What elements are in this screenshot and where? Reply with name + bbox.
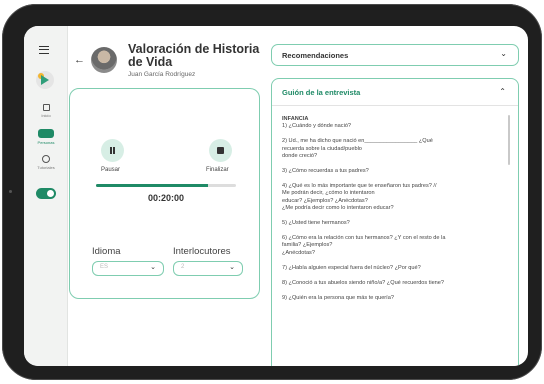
chevron-down-icon: ⌄	[229, 264, 235, 271]
chevron-down-icon: ⌄	[500, 49, 507, 58]
guide-scrollbar[interactable]	[508, 115, 510, 165]
back-arrow-icon[interactable]: ←	[74, 54, 85, 66]
pause-button[interactable]	[101, 139, 124, 162]
chevron-down-icon: ⌄	[150, 264, 156, 271]
sidebar-item-personas[interactable]: Personas	[24, 129, 68, 145]
chevron-up-icon: ⌃	[499, 87, 506, 96]
recommendations-dropdown[interactable]: Recomendaciones ⌄	[271, 44, 519, 66]
grid-icon	[42, 104, 50, 111]
guide-question: 6) ¿Cómo era la relación con tus hermano…	[282, 235, 446, 256]
speakers-label: Interlocutores	[173, 246, 231, 257]
guide-question: 8) ¿Conoció a tus abuelos siendo niño/a?…	[282, 280, 445, 287]
speakers-select[interactable]: 2 ⌄	[173, 261, 243, 276]
person-name: Juan García Rodríguez	[128, 71, 196, 78]
avatar	[91, 47, 117, 73]
hamburger-menu-icon[interactable]	[39, 46, 49, 54]
guide-body: INFANCIA 1) ¿Cuándo y dónde nació? 2) Ud…	[282, 116, 497, 310]
interview-guide-panel: Guión de la entrevista ⌃ INFANCIA 1) ¿Cu…	[271, 78, 519, 366]
recommendations-label: Recomendaciones	[282, 51, 349, 60]
recorder-card: Pausar Finalizar 00:20:00 Idioma ES ⌄ In…	[69, 88, 260, 299]
guide-question: 9) ¿Quién era la persona que más te quer…	[282, 295, 394, 302]
sidebar-item-label: Inicio	[41, 113, 51, 118]
sidebar-item-label: Tutoriales	[37, 165, 55, 170]
guide-question: 2) Ud., me ha dicho que nació en________…	[282, 138, 433, 159]
guide-title: Guión de la entrevista	[282, 88, 361, 97]
people-icon	[38, 129, 54, 138]
guide-header[interactable]: Guión de la entrevista ⌃	[272, 79, 518, 106]
sidebar-item-inicio[interactable]: Inicio	[24, 104, 68, 118]
sidebar: Inicio Personas Tutoriales	[24, 26, 68, 366]
sidebar-item-tutoriales[interactable]: Tutoriales	[24, 155, 68, 170]
page-title: Valoración de Historia de Vida	[128, 42, 260, 69]
recording-progress-bar	[96, 184, 236, 187]
tutorial-icon	[42, 155, 50, 163]
guide-question: 3) ¿Cómo recuerdas a tus padres?	[282, 168, 369, 175]
camera-dot	[9, 190, 12, 193]
guide-question: 5) ¿Usted tiene hermanos?	[282, 220, 350, 227]
section-heading: INFANCIA	[282, 116, 309, 122]
recording-progress-fill	[96, 184, 208, 187]
app-logo	[36, 71, 54, 89]
guide-question: 1) ¿Cuándo y dónde nació?	[282, 123, 352, 130]
theme-toggle[interactable]	[36, 188, 56, 199]
stop-button[interactable]	[209, 139, 232, 162]
app-screen: Inicio Personas Tutoriales ← Valoración …	[24, 26, 528, 366]
recording-timer: 00:20:00	[147, 193, 185, 203]
pause-label: Pausar	[101, 167, 121, 173]
speakers-value: 2	[181, 264, 185, 270]
language-value: ES	[100, 264, 109, 270]
sidebar-item-label: Personas	[37, 140, 55, 145]
guide-question: 4) ¿Qué es lo más importante que te ense…	[282, 183, 437, 211]
language-label: Idioma	[92, 246, 121, 257]
tablet-frame: Inicio Personas Tutoriales ← Valoración …	[2, 4, 542, 380]
language-select[interactable]: ES ⌄	[92, 261, 164, 276]
stop-label: Finalizar	[206, 167, 229, 173]
guide-question: 7) ¿Había alguien especial fuera del núc…	[282, 264, 421, 271]
